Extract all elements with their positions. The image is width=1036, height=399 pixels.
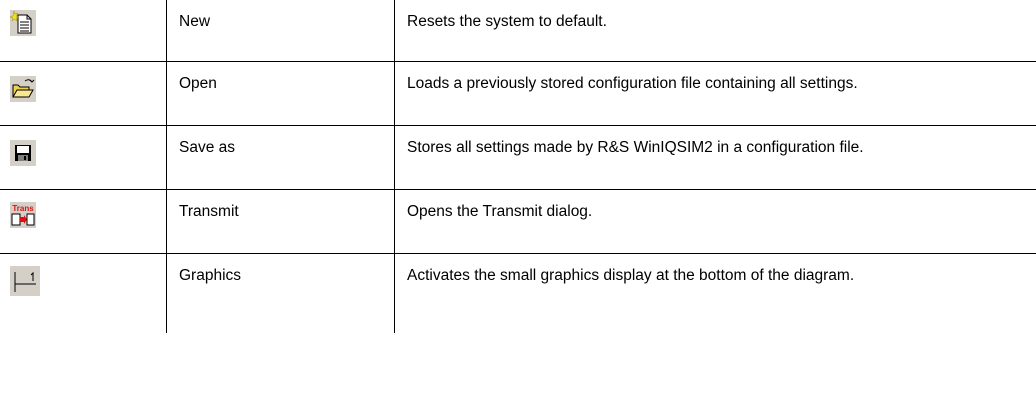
table-row: Trans Transmit Opens the Transmit dialog… [0, 188, 1036, 254]
function-name: Open [179, 74, 217, 92]
function-description: Loads a previously stored configuration … [407, 74, 858, 92]
table-row: New Resets the system to default. [0, 0, 1036, 62]
toolbar-functions-table: New Resets the system to default. Open L… [0, 0, 1036, 333]
icon-cell: Trans [0, 188, 167, 254]
function-name: Save as [179, 138, 236, 156]
description-cell: Opens the Transmit dialog. [394, 188, 1036, 254]
name-cell: Graphics [166, 252, 395, 333]
description-cell: Stores all settings made by R&S WinIQSIM… [394, 124, 1036, 190]
table-row: Save as Stores all settings made by R&S … [0, 124, 1036, 190]
function-description: Resets the system to default. [407, 13, 607, 30]
save-disk-icon [10, 139, 36, 166]
new-document-icon [10, 10, 36, 36]
name-cell: Save as [166, 124, 395, 190]
name-cell: Transmit [166, 188, 395, 254]
icon-cell [0, 0, 167, 62]
icon-cell [0, 60, 167, 126]
function-name: Graphics [179, 266, 242, 284]
function-description: Activates the small graphics display at … [407, 266, 855, 284]
graphics-marker-icon [10, 265, 40, 296]
transmit-icon: Trans [10, 201, 36, 228]
icon-cell [0, 124, 167, 190]
function-description: Opens the Transmit dialog. [407, 202, 593, 220]
name-cell: Open [166, 60, 395, 126]
table-row: Open Loads a previously stored configura… [0, 60, 1036, 126]
table-row: Graphics Activates the small graphics di… [0, 252, 1036, 333]
open-folder-icon [10, 75, 36, 102]
name-cell: New [166, 0, 395, 62]
description-cell: Activates the small graphics display at … [394, 252, 1036, 333]
function-name: New [179, 13, 211, 30]
icon-cell [0, 252, 167, 333]
function-description: Stores all settings made by R&S WinIQSIM… [407, 138, 864, 156]
transmit-icon-label: Trans [12, 204, 34, 213]
description-cell: Resets the system to default. [394, 0, 1036, 62]
function-name: Transmit [179, 202, 239, 220]
description-cell: Loads a previously stored configuration … [394, 60, 1036, 126]
